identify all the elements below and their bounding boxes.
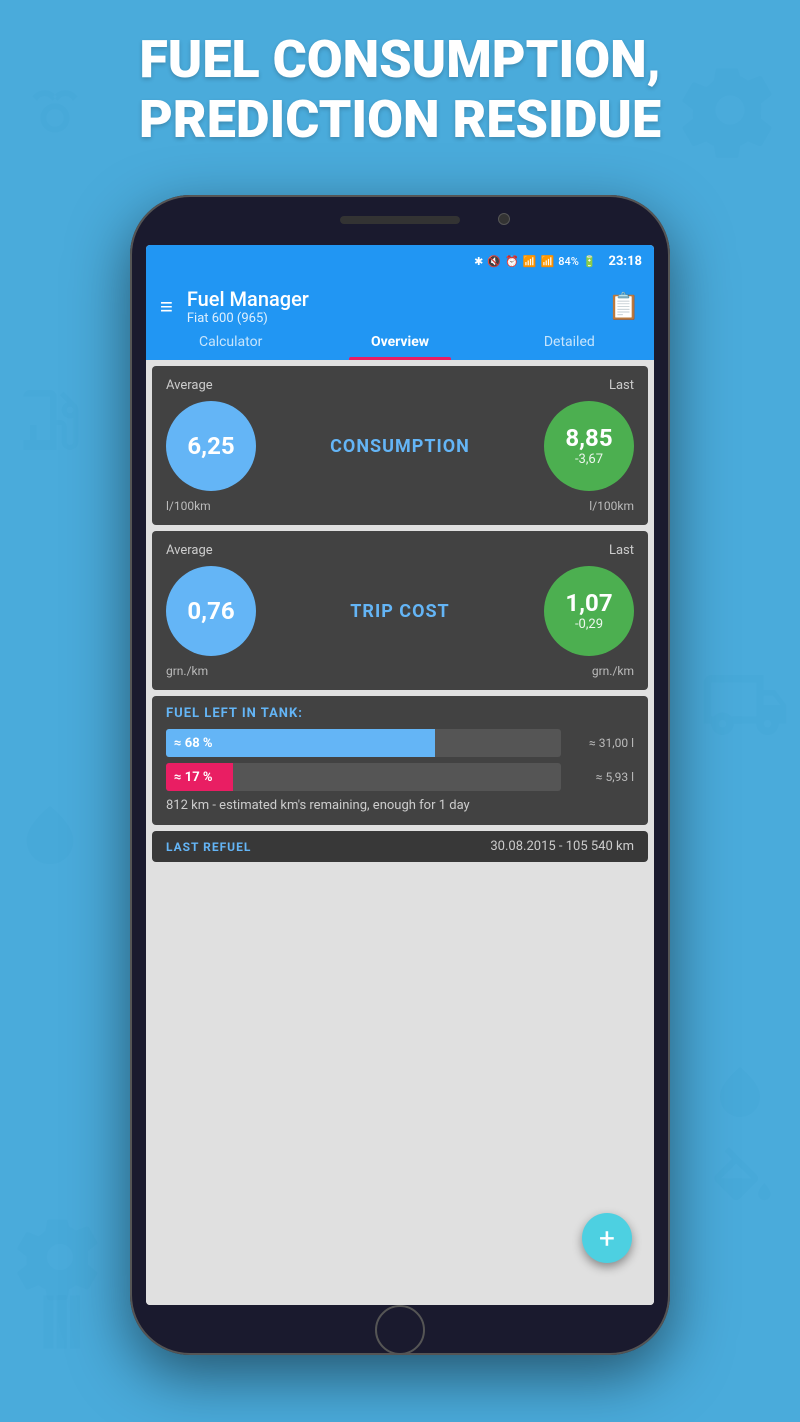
- bluetooth-icon: ✱: [474, 255, 483, 268]
- tab-detailed[interactable]: Detailed: [485, 334, 654, 360]
- app-header: ≡ Fuel Manager Fiat 600 (965) 📋: [146, 277, 654, 326]
- consumption-avg-unit: l/100km: [166, 499, 211, 513]
- consumption-avg-label: Average: [166, 378, 213, 393]
- trip-last-label: Last: [609, 543, 634, 558]
- trip-cost-title: TRIP COST: [350, 601, 449, 622]
- tab-calculator[interactable]: Calculator: [146, 334, 315, 360]
- hero-heading: FUEL CONSUMPTION, PREDICTION RESIDUE: [0, 30, 800, 150]
- header-title-block: Fuel Manager Fiat 600 (965): [187, 287, 309, 326]
- fuel-bar-1-container: ≈ 68 %: [166, 729, 561, 757]
- consumption-last-delta: -3,67: [575, 452, 603, 467]
- app-subtitle: Fiat 600 (965): [187, 311, 309, 326]
- trip-last-delta: -0,29: [575, 617, 603, 632]
- trip-last-circle: 1,07 -0,29: [544, 566, 634, 656]
- trip-last-unit: grn./km: [592, 664, 634, 678]
- last-refuel-label: LAST REFUEL: [166, 840, 251, 854]
- home-button[interactable]: [375, 1305, 425, 1355]
- fab-add-button[interactable]: +: [582, 1213, 632, 1263]
- battery-icon: 🔋: [583, 255, 597, 268]
- status-time: 23:18: [609, 254, 643, 269]
- consumption-title: CONSUMPTION: [330, 436, 470, 457]
- trip-cost-body: 0,76 TRIP COST 1,07 -0,29: [166, 566, 634, 656]
- wifi-icon: 📶: [523, 255, 537, 268]
- tab-overview[interactable]: Overview: [315, 334, 484, 360]
- consumption-avg-circle: 6,25: [166, 401, 256, 491]
- phone-camera: [498, 213, 510, 225]
- trip-cost-units: grn./km grn./km: [166, 664, 634, 678]
- consumption-last-unit: l/100km: [589, 499, 634, 513]
- trip-avg-value: 0,76: [187, 597, 234, 625]
- consumption-body: 6,25 CONSUMPTION 8,85 -3,67: [166, 401, 634, 491]
- last-refuel-value: 30.08.2015 - 105 540 km: [490, 839, 634, 854]
- header-left: ≡ Fuel Manager Fiat 600 (965): [160, 287, 309, 326]
- fuel-bar-2-fill: ≈ 17 %: [166, 763, 233, 791]
- phone-screen: ✱ 🔇 ⏰ 📶 📶 84% 🔋 23:18 ≡ Fuel Manager Fia…: [146, 245, 654, 1305]
- consumption-units: l/100km l/100km: [166, 499, 634, 513]
- menu-button[interactable]: ≡: [160, 294, 173, 320]
- trip-avg-label: Average: [166, 543, 213, 558]
- status-bar: ✱ 🔇 ⏰ 📶 📶 84% 🔋 23:18: [146, 245, 654, 277]
- phone-bottom: [130, 1305, 670, 1355]
- consumption-header: Average Last: [166, 378, 634, 393]
- trip-avg-unit: grn./km: [166, 664, 208, 678]
- status-icons: ✱ 🔇 ⏰ 📶 📶 84% 🔋: [474, 255, 596, 268]
- volume-icon: 🔇: [487, 255, 501, 268]
- signal-icon: 📶: [540, 255, 554, 268]
- fuel-bar-1-percent: ≈ 68 %: [174, 736, 213, 751]
- fuel-bar-1-amount: ≈ 31,00 l: [569, 736, 634, 750]
- last-refuel-row: LAST REFUEL 30.08.2015 - 105 540 km: [152, 831, 648, 862]
- consumption-card: Average Last 6,25 CONSUMPTION 8,85 -3,67…: [152, 366, 648, 525]
- app-title: Fuel Manager: [187, 287, 309, 311]
- trip-cost-card: Average Last 0,76 TRIP COST 1,07 -0,29 g…: [152, 531, 648, 690]
- fuel-bar-2-amount: ≈ 5,93 l: [569, 770, 634, 784]
- trip-avg-circle: 0,76: [166, 566, 256, 656]
- battery-label: 84%: [558, 255, 579, 268]
- fuel-estimate: 812 km - estimated km's remaining, enoug…: [166, 797, 634, 815]
- fuel-left-title: FUEL LEFT IN TANK:: [166, 706, 634, 721]
- phone-top: [130, 195, 670, 245]
- trip-last-value: 1,07: [565, 590, 612, 616]
- trip-cost-header: Average Last: [166, 543, 634, 558]
- fuel-bar-row-2: ≈ 17 % ≈ 5,93 l: [166, 763, 634, 791]
- phone-speaker: [340, 216, 460, 224]
- consumption-avg-value: 6,25: [187, 432, 234, 460]
- phone-frame: ✱ 🔇 ⏰ 📶 📶 84% 🔋 23:18 ≡ Fuel Manager Fia…: [130, 195, 670, 1355]
- fuel-bar-row-1: ≈ 68 % ≈ 31,00 l: [166, 729, 634, 757]
- alarm-icon: ⏰: [505, 255, 519, 268]
- fuel-left-card: FUEL LEFT IN TANK: ≈ 68 % ≈ 31,00 l: [152, 696, 648, 825]
- consumption-last-circle: 8,85 -3,67: [544, 401, 634, 491]
- fab-plus-icon: +: [599, 1222, 615, 1255]
- clipboard-icon[interactable]: 📋: [608, 292, 640, 322]
- consumption-last-label: Last: [609, 378, 634, 393]
- fuel-bar-2-percent: ≈ 17 %: [174, 770, 213, 785]
- fuel-bar-1-fill: ≈ 68 %: [166, 729, 435, 757]
- consumption-last-value: 8,85: [565, 425, 612, 451]
- main-content: Average Last 6,25 CONSUMPTION 8,85 -3,67…: [146, 360, 654, 1305]
- fuel-bar-2-container: ≈ 17 %: [166, 763, 561, 791]
- tab-bar: Calculator Overview Detailed: [146, 326, 654, 360]
